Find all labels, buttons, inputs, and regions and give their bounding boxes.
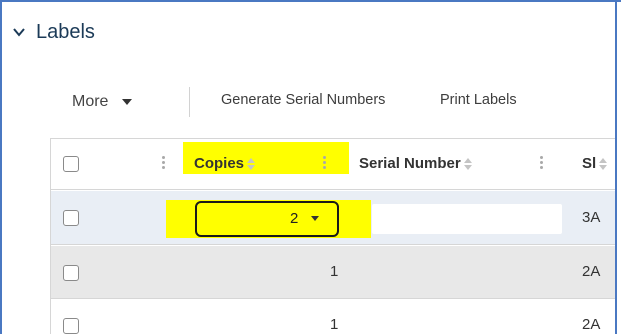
generate-serial-numbers-button[interactable]: Generate Serial Numbers: [221, 92, 385, 108]
section-title: Labels: [36, 20, 95, 43]
copies-value: 2: [290, 210, 299, 227]
toolbar-divider: [189, 87, 190, 117]
panel-border-left: [0, 0, 2, 334]
sl-column-header[interactable]: Sl: [582, 155, 608, 172]
column-menu-icon[interactable]: [323, 156, 327, 171]
more-menu-button[interactable]: More: [72, 93, 133, 111]
sl-header-label: Sl: [582, 155, 597, 172]
copies-cell[interactable]: 1: [330, 316, 338, 333]
table-row[interactable]: 1 2A: [51, 300, 615, 334]
copies-column-header[interactable]: Copies: [194, 155, 256, 172]
column-menu-icon[interactable]: [540, 156, 544, 171]
sort-icon[interactable]: [599, 157, 608, 170]
table-header-row: Copies Serial Number Sl: [51, 139, 615, 190]
toolbar: More: [72, 88, 133, 116]
sl-cell: 2A: [582, 263, 601, 280]
print-labels-button[interactable]: Print Labels: [440, 92, 517, 108]
panel-border-right: [615, 0, 617, 334]
column-menu-icon[interactable]: [162, 156, 166, 171]
sl-cell: 3A: [582, 209, 601, 226]
serial-number-input[interactable]: [372, 204, 562, 234]
copies-header-label: Copies: [194, 155, 245, 172]
chevron-down-icon[interactable]: [12, 25, 26, 39]
select-all-checkbox[interactable]: [63, 156, 79, 172]
row-checkbox[interactable]: [63, 318, 79, 334]
sl-cell: 2A: [582, 316, 601, 333]
copies-cell[interactable]: 1: [330, 263, 338, 280]
caret-down-icon: [122, 99, 133, 105]
serial-number-column-header[interactable]: Serial Number: [359, 155, 472, 172]
row-checkbox[interactable]: [63, 210, 79, 226]
row-checkbox[interactable]: [63, 265, 79, 281]
serial-number-header-label: Serial Number: [359, 155, 461, 172]
labels-section-header[interactable]: Labels: [12, 18, 95, 46]
table-row[interactable]: 1 2A: [51, 246, 615, 299]
dropdown-caret-icon[interactable]: [311, 216, 319, 221]
sort-icon[interactable]: [247, 157, 256, 170]
more-label: More: [72, 93, 109, 110]
panel-border-top: [0, 0, 621, 2]
sort-icon[interactable]: [463, 157, 472, 170]
